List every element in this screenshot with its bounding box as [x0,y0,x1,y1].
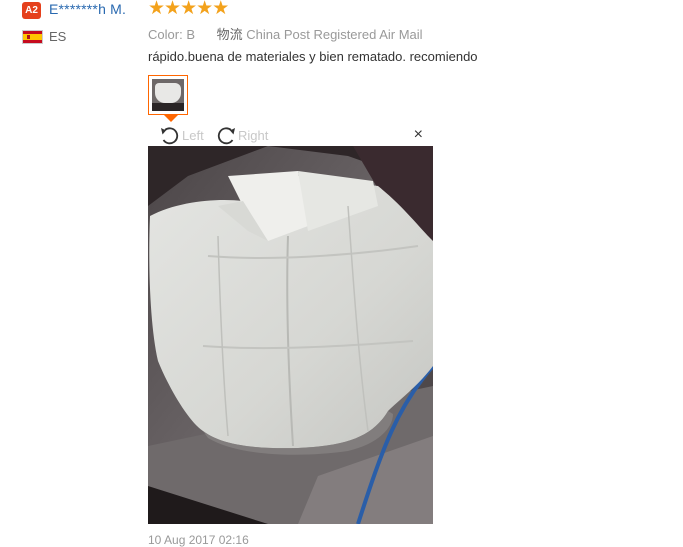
rotate-right-button[interactable]: Right [215,125,268,146]
star-icon: ★ [148,0,166,19]
star-icon: ★ [196,0,214,19]
rotate-right-label: Right [238,128,269,143]
rotate-left-label: Left [182,128,204,143]
review-date: 10 Aug 2017 02:16 [148,533,249,547]
rotate-right-icon [217,126,235,144]
close-icon[interactable]: × [414,127,423,143]
thumbnail-pointer [164,115,178,122]
review-photo-thumbnail[interactable] [148,75,188,115]
rotate-left-button[interactable]: Left [159,125,204,146]
logistics-value: China Post Registered Air Mail [246,27,423,42]
spain-flag-icon [22,30,43,44]
color-label: Color: [148,27,183,42]
order-info: Color: B 物流 China Post Registered Air Ma… [148,24,423,43]
color-value: B [186,27,195,42]
logistics-label: 物流 [216,27,243,42]
star-icon: ★ [212,0,230,19]
review-photo-image [148,146,433,524]
reviewer-name: E*******h M. [49,1,127,17]
review-text: rápido.buena de materiales y bien remata… [148,49,478,64]
buyer-level-badge: A2 [22,2,41,19]
viewer-toolbar: Left Right × [148,125,433,146]
rotate-left-icon [161,126,179,144]
review-photo [148,146,433,524]
star-icon: ★ [180,0,198,19]
star-rating: ★★★★★ [148,0,230,19]
reviewer-country: ES [49,29,67,44]
photo-viewer: Left Right × [148,125,433,524]
star-icon: ★ [164,0,182,19]
thumbnail-image [152,79,184,111]
